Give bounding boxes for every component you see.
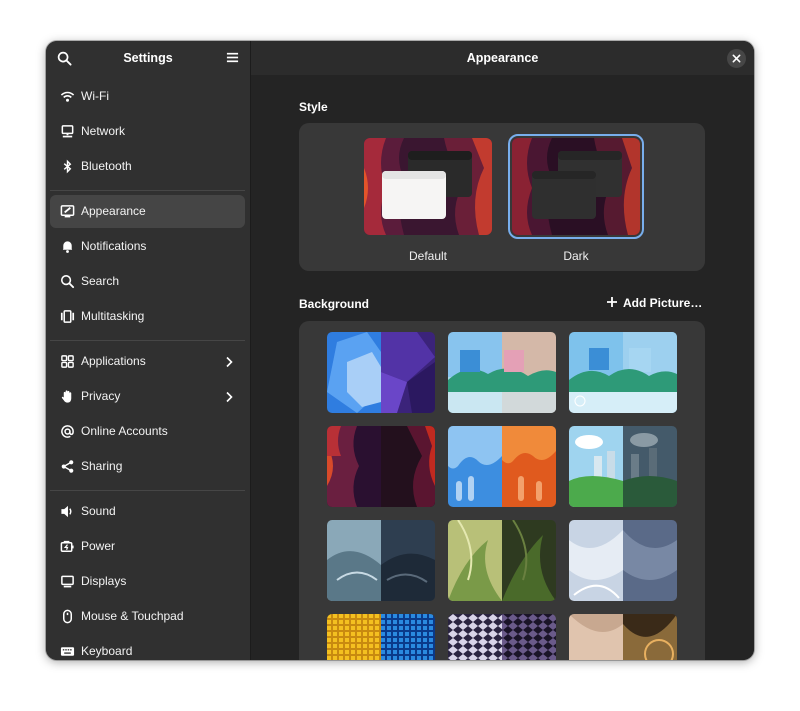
menu-icon[interactable] [226, 51, 242, 67]
style-section-title: Style [299, 100, 328, 114]
style-option-default[interactable] [364, 138, 492, 238]
keyboard-icon [60, 644, 75, 659]
sidebar-item-multitasking[interactable]: Multitasking [50, 300, 245, 333]
sidebar-item-power[interactable]: Power [50, 530, 245, 563]
wallpaper-thumbnail[interactable] [327, 332, 435, 413]
sidebar-title: Settings [123, 51, 173, 65]
network-icon [60, 124, 75, 139]
sidebar-item-label: Displays [81, 574, 127, 588]
search-icon [60, 274, 75, 289]
apps-icon [60, 354, 75, 369]
sidebar-item-wifi[interactable]: Wi-Fi [50, 80, 245, 113]
at-icon [60, 424, 75, 439]
bluetooth-icon [60, 159, 75, 174]
style-default-preview [364, 138, 492, 235]
add-picture-label: Add Picture… [623, 296, 703, 310]
sidebar-item-mouse-touchpad[interactable]: Mouse & Touchpad [50, 600, 245, 633]
sidebar-item-label: Sharing [81, 459, 123, 473]
sidebar-item-label: Online Accounts [81, 424, 168, 438]
sidebar-header: Settings [46, 41, 250, 75]
wifi-icon [60, 89, 75, 104]
sidebar-item-label: Sound [81, 504, 116, 518]
sidebar-item-network[interactable]: Network [50, 115, 245, 148]
speaker-icon [60, 504, 75, 519]
wallpaper-thumbnail[interactable] [327, 520, 435, 601]
style-card [299, 123, 705, 271]
sidebar-item-label: Network [81, 124, 126, 138]
close-button[interactable] [727, 49, 746, 68]
wallpaper-thumbnail[interactable] [327, 614, 435, 660]
mouse-icon [60, 609, 75, 624]
sidebar-item-search[interactable]: Search [50, 265, 245, 298]
sidebar-item-label: Applications [81, 354, 146, 368]
style-dark-preview [508, 134, 644, 239]
sidebar-item-label: Search [81, 274, 120, 288]
multitasking-icon [60, 309, 75, 324]
sidebar-item-sharing[interactable]: Sharing [50, 450, 245, 483]
wallpaper-thumbnail[interactable] [569, 614, 677, 660]
power-icon [60, 539, 75, 554]
style-option-label-default: Default [408, 249, 448, 263]
sidebar: Settings Wi-Fi Network Bluetooth Appeara… [46, 41, 251, 660]
style-option-dark[interactable] [508, 134, 644, 239]
main-panel: Appearance Style Default Dark Background… [251, 41, 754, 660]
sidebar-item-applications[interactable]: Applications [50, 345, 245, 378]
plus-icon [606, 296, 618, 308]
add-picture-button[interactable]: Add Picture… [606, 296, 702, 310]
appearance-icon [60, 204, 75, 219]
sidebar-item-label: Wi-Fi [81, 89, 109, 103]
sidebar-item-label: Power [81, 539, 116, 553]
style-option-label-dark: Dark [563, 249, 589, 263]
sidebar-item-keyboard[interactable]: Keyboard [50, 635, 245, 660]
hand-icon [60, 389, 75, 404]
share-icon [60, 459, 75, 474]
sidebar-item-label: Notifications [81, 239, 147, 253]
wallpaper-thumbnail[interactable] [448, 426, 556, 507]
chevron-right-icon [223, 355, 235, 368]
sidebar-item-sound[interactable]: Sound [50, 495, 245, 528]
sidebar-item-privacy[interactable]: Privacy [50, 380, 245, 413]
bell-icon [60, 239, 75, 254]
sidebar-item-label: Appearance [81, 204, 146, 218]
wallpaper-thumbnail[interactable] [327, 426, 435, 507]
wallpaper-thumbnail[interactable] [448, 332, 556, 413]
sidebar-item-bluetooth[interactable]: Bluetooth [50, 150, 245, 183]
sidebar-separator [50, 190, 245, 191]
wallpaper-thumbnail[interactable] [569, 426, 677, 507]
close-icon [732, 54, 741, 63]
sidebar-item-displays[interactable]: Displays [50, 565, 245, 598]
sidebar-separator [50, 340, 245, 341]
display-icon [60, 574, 75, 589]
settings-window: Settings Wi-Fi Network Bluetooth Appeara… [46, 41, 754, 660]
wallpaper-thumbnail[interactable] [448, 614, 556, 660]
wallpaper-thumbnail[interactable] [569, 332, 677, 413]
sidebar-item-appearance[interactable]: Appearance [50, 195, 245, 228]
sidebar-item-label: Multitasking [81, 309, 145, 323]
wallpaper-thumbnail[interactable] [569, 520, 677, 601]
background-grid [299, 321, 705, 660]
sidebar-item-label: Bluetooth [81, 159, 132, 173]
wallpaper-thumbnail[interactable] [448, 520, 556, 601]
sidebar-item-notifications[interactable]: Notifications [50, 230, 245, 263]
page-title: Appearance [466, 51, 539, 65]
sidebar-item-label: Privacy [81, 389, 121, 403]
main-header: Appearance [251, 41, 754, 75]
sidebar-separator [50, 490, 245, 491]
chevron-right-icon [223, 390, 235, 403]
sidebar-item-label: Mouse & Touchpad [81, 609, 184, 623]
sidebar-item-online-accounts[interactable]: Online Accounts [50, 415, 245, 448]
background-section-title: Background [299, 297, 370, 311]
sidebar-item-label: Keyboard [81, 644, 133, 658]
